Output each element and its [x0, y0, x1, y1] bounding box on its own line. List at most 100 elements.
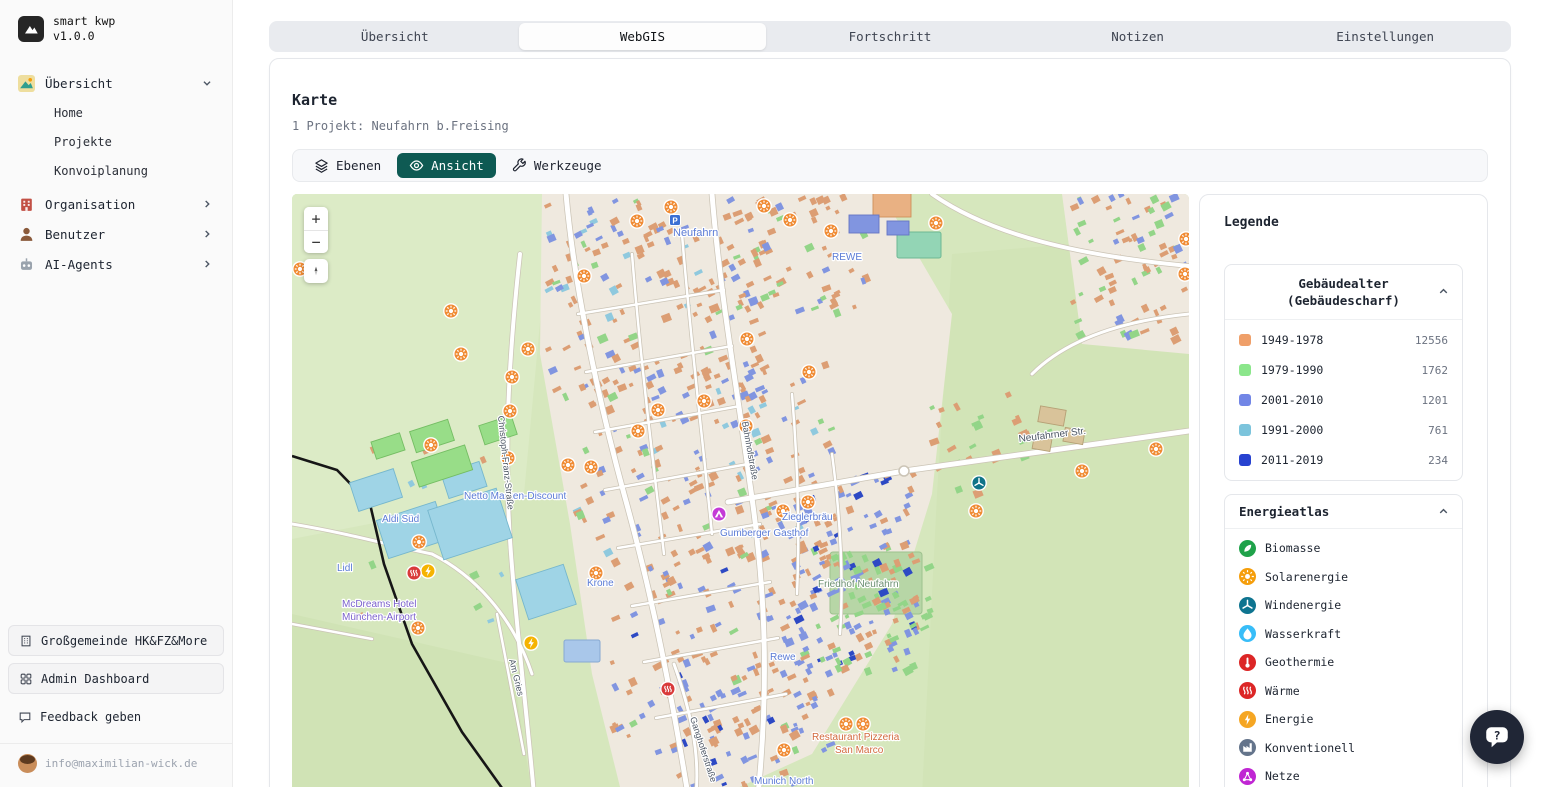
tab-webgis[interactable]: WebGIS: [519, 23, 767, 50]
map-marker-solar[interactable]: [651, 403, 665, 417]
map-marker-solar[interactable]: [584, 460, 598, 474]
compass-button[interactable]: [304, 259, 328, 283]
tab-notizen[interactable]: Notizen: [1014, 23, 1262, 50]
wind-turbine-icon: [1239, 597, 1256, 614]
map-marker-solar[interactable]: [1179, 232, 1189, 246]
map-marker-solar[interactable]: [802, 365, 816, 379]
page-title: Karte: [292, 91, 1488, 109]
legend-item-wasserkraft: Wasserkraft: [1225, 620, 1462, 649]
map-label: San Marco: [835, 745, 884, 756]
help-chat-button[interactable]: ?: [1470, 710, 1524, 764]
tab-einstellungen[interactable]: Einstellungen: [1261, 23, 1509, 50]
legend-item-1991-2000: 1991-2000 761: [1225, 415, 1462, 445]
heat-waves-icon: [1239, 682, 1256, 699]
map-marker-solar[interactable]: [929, 216, 943, 230]
tab-uebersicht[interactable]: Übersicht: [271, 23, 519, 50]
tools-button[interactable]: Werkzeuge: [500, 153, 614, 178]
sidebar-item-projekte[interactable]: Projekte: [8, 127, 224, 156]
chevron-down-icon: [200, 76, 214, 90]
admin-dashboard-button[interactable]: Admin Dashboard: [8, 663, 224, 694]
map-marker-energy[interactable]: [524, 636, 538, 650]
map-marker-solar[interactable]: [856, 717, 870, 731]
map-marker-solar[interactable]: [412, 535, 426, 549]
legend-group-building-age: Gebäudealter (Gebäudescharf) 1949-1978: [1224, 264, 1463, 481]
zoom-in-button[interactable]: +: [304, 207, 328, 230]
network-icon: [1239, 768, 1256, 785]
map-marker-solar[interactable]: [740, 332, 754, 346]
energieatlas-header[interactable]: Energieatlas: [1225, 495, 1462, 529]
svg-text:P: P: [672, 216, 678, 225]
map-marker-solar[interactable]: [1178, 267, 1189, 281]
app-logo: smart kwp v1.0.0: [8, 14, 224, 44]
map-marker-solar[interactable]: [454, 347, 468, 361]
map-marker-wind[interactable]: [972, 476, 986, 490]
user-email: info@maximilian-wick.de: [45, 757, 197, 770]
map-marker-solar[interactable]: [424, 438, 438, 452]
map-marker-solar[interactable]: [1149, 442, 1163, 456]
layers-button[interactable]: Ebenen: [302, 153, 393, 178]
map-marker-energy[interactable]: [421, 564, 435, 578]
thermometer-icon: [1239, 654, 1256, 671]
main-content: Übersicht WebGIS Fortschritt Notizen Ein…: [233, 0, 1548, 787]
map-label: Rewe: [770, 652, 796, 663]
sidebar-item-home[interactable]: Home: [8, 98, 224, 127]
map-marker-solar[interactable]: [801, 495, 815, 509]
map-marker-solar[interactable]: [1075, 464, 1089, 478]
feedback-label: Feedback geben: [40, 710, 141, 724]
map-marker-solar[interactable]: [505, 370, 519, 384]
chevron-up-icon: [1436, 284, 1451, 299]
map-marker-heat[interactable]: [407, 566, 421, 580]
map-marker-solar[interactable]: [444, 304, 458, 318]
map-marker-solar[interactable]: [577, 269, 591, 283]
energieatlas-title: Energieatlas: [1239, 503, 1329, 520]
legend-item-1979-1990: 1979-1990 1762: [1225, 355, 1462, 385]
wrench-icon: [512, 158, 527, 173]
map-marker-camp[interactable]: [712, 507, 726, 521]
zoom-out-button[interactable]: −: [304, 230, 328, 253]
tab-bar: Übersicht WebGIS Fortschritt Notizen Ein…: [269, 21, 1511, 52]
app-name: smart kwp: [53, 14, 115, 29]
view-label: Ansicht: [431, 158, 484, 173]
sidebar-item-label: Organisation: [45, 197, 135, 212]
map-label: München-Airport: [342, 612, 416, 623]
sidebar: smart kwp v1.0.0 Übersicht Home Projekte…: [0, 0, 233, 787]
map-marker-solar[interactable]: [969, 504, 983, 518]
map-marker-solar[interactable]: [697, 394, 711, 408]
map-marker-heat[interactable]: [661, 682, 675, 696]
legend-item-waerme: Wärme: [1225, 677, 1462, 706]
building-age-header[interactable]: Gebäudealter (Gebäudescharf): [1225, 265, 1462, 320]
factory-icon: [1239, 739, 1256, 756]
energieatlas-list: Biomasse Solarenergie Windenergie: [1225, 529, 1462, 787]
map-marker-solar[interactable]: [783, 213, 797, 227]
sidebar-item-konvoiplanung[interactable]: Konvoiplanung: [8, 156, 224, 185]
map-marker-solar[interactable]: [521, 342, 535, 356]
chevron-right-icon: [200, 227, 214, 241]
feedback-button[interactable]: Feedback geben: [8, 701, 224, 732]
map-marker-solar[interactable]: [824, 224, 838, 238]
app-logo-icon: [18, 16, 44, 42]
map-marker-parking[interactable]: P: [670, 215, 681, 226]
map-canvas[interactable]: P NeufahrnREWENetto Marken-DiscountAldi …: [292, 194, 1189, 787]
map-marker-solar[interactable]: [561, 458, 575, 472]
page-subtitle: 1 Projekt: Neufahrn b.Freising: [292, 119, 1488, 133]
tab-fortschritt[interactable]: Fortschritt: [766, 23, 1014, 50]
building-age-list: 1949-1978 12556 1979-1990 1762 2001-2010: [1225, 320, 1462, 480]
map-marker-solar[interactable]: [839, 717, 853, 731]
map-marker-solar[interactable]: [757, 199, 771, 213]
map-marker-solar[interactable]: [777, 743, 791, 757]
sidebar-item-uebersicht[interactable]: Übersicht: [8, 68, 224, 98]
map-marker-solar[interactable]: [631, 424, 645, 438]
leaf-icon: [1239, 540, 1256, 557]
organisation-icon: [18, 196, 35, 213]
chevron-right-icon: [200, 257, 214, 271]
sidebar-item-label: AI-Agents: [45, 257, 113, 272]
view-button[interactable]: Ansicht: [397, 153, 496, 178]
org-switcher-button[interactable]: Großgemeinde HK&FZ&More: [8, 625, 224, 656]
map-label: Krone: [587, 578, 614, 589]
sidebar-item-benutzer[interactable]: Benutzer: [8, 219, 224, 249]
sidebar-item-ai-agents[interactable]: AI-Agents: [8, 249, 224, 279]
map-marker-solar[interactable]: [664, 200, 678, 214]
legend-item-2011-2019: 2011-2019 234: [1225, 445, 1462, 475]
map-marker-solar[interactable]: [630, 214, 644, 228]
sidebar-item-organisation[interactable]: Organisation: [8, 189, 224, 219]
